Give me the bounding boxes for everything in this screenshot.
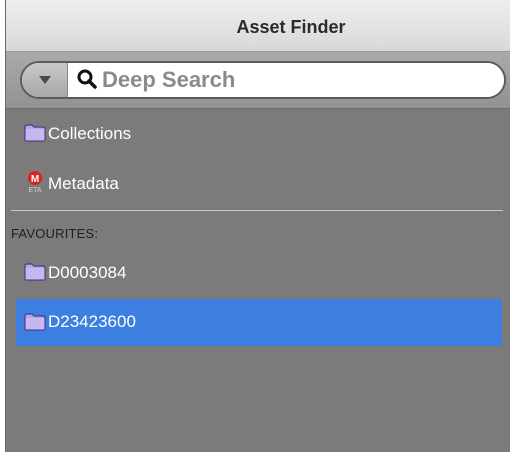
folder-icon <box>24 313 46 331</box>
nav-item-metadata[interactable]: M ETA Metadata <box>16 164 502 204</box>
search-box <box>20 61 506 99</box>
asset-finder-panel: Asset Finder Collections M <box>5 0 510 452</box>
favourite-item-label: D23423600 <box>48 312 136 331</box>
nav-item-collections[interactable]: Collections <box>16 114 502 154</box>
favourite-item-selected[interactable]: D23423600 <box>16 299 502 346</box>
nav-item-label: Metadata <box>48 174 119 193</box>
section-divider <box>11 210 503 211</box>
metadata-icon: M ETA <box>28 171 42 193</box>
search-icon <box>77 69 97 89</box>
title-bar: Asset Finder <box>6 0 510 52</box>
favourite-item[interactable]: D0003084 <box>16 253 502 293</box>
nav-item-label: Collections <box>48 124 132 143</box>
search-bar <box>6 52 510 109</box>
panel-title: Asset Finder <box>236 17 346 37</box>
svg-text:ETA: ETA <box>28 187 41 193</box>
svg-text:M: M <box>31 174 39 185</box>
folder-icon <box>24 124 46 142</box>
favourites-header: FAVOURITES: <box>11 226 99 241</box>
search-field <box>68 63 504 97</box>
search-options-button[interactable] <box>22 63 68 97</box>
dropdown-triangle-icon <box>39 76 51 84</box>
folder-icon <box>24 263 46 281</box>
deep-search-input[interactable] <box>102 66 482 94</box>
favourite-item-label: D0003084 <box>48 263 127 282</box>
